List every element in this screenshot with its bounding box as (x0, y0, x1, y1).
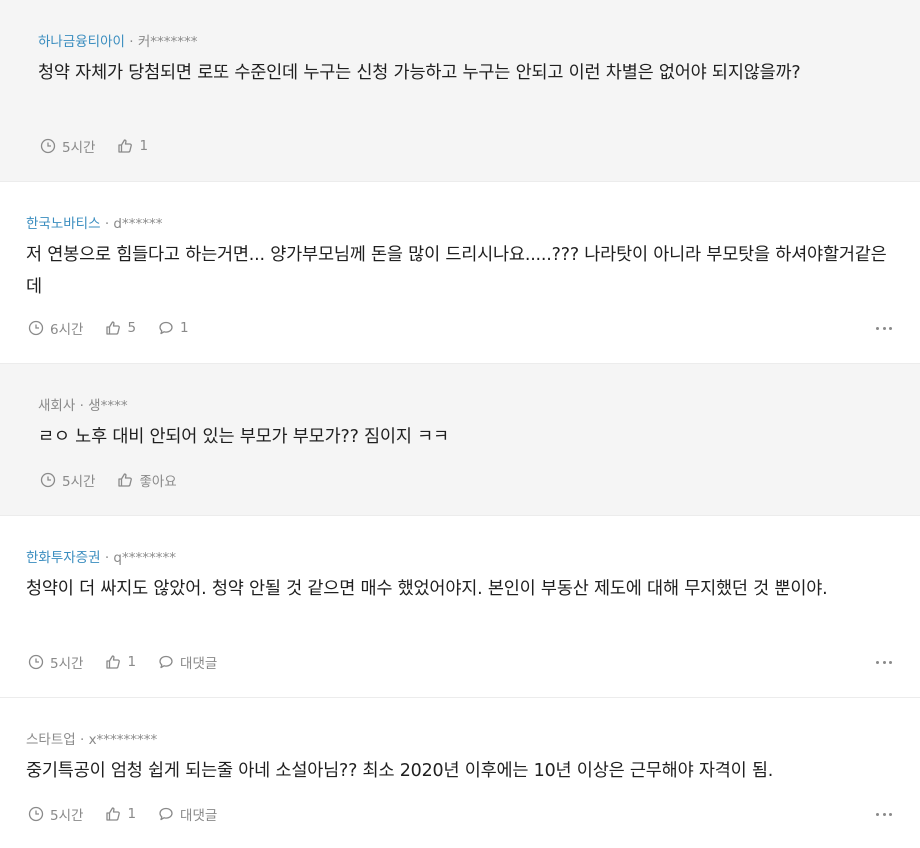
comment-actions: 5시간 1 대댓글 (28, 652, 239, 672)
like-button[interactable]: 좋아요 (117, 470, 177, 490)
like-button[interactable]: 1 (117, 138, 148, 154)
author-name: · x********* (79, 732, 158, 748)
time-stamp: 6시간 (28, 318, 83, 338)
comment-meta: 스타트업 · x********* (26, 730, 896, 750)
company-name[interactable]: 한국노바티스 (26, 216, 101, 232)
author-name: · 생**** (79, 398, 128, 414)
comment-actions: 6시간 5 1 (28, 318, 211, 338)
company-name: 스타트업 (26, 732, 76, 748)
comment-item: 하나금융티아이 · 커******* 청약 자체가 당첨되면 로또 수준인데 누… (0, 0, 920, 182)
clock-icon (28, 806, 44, 822)
comment-item: 한국노바티스 · d****** 저 연봉으로 힘들다고 하는거면... 양가부… (0, 182, 920, 364)
comment-actions: 5시간 좋아요 (40, 470, 199, 490)
thumbs-up-icon (106, 655, 121, 669)
clock-icon (40, 138, 56, 154)
comment-text: 청약이 더 싸지도 않았어. 청약 안될 것 같으면 매수 했었어야지. 본인이… (26, 579, 828, 599)
author-name: · 커******* (129, 34, 198, 50)
comment-meta: 한국노바티스 · d****** (26, 214, 896, 234)
more-options-icon[interactable] (876, 323, 892, 333)
comment-actions: 5시간 1 대댓글 (28, 804, 239, 824)
thumbs-up-icon (106, 321, 121, 335)
comment-text: 청약 자체가 당첨되면 로또 수준인데 누구는 신청 가능하고 누구는 안되고 … (38, 63, 801, 83)
comment-meta: 하나금융티아이 · 커******* (38, 32, 888, 52)
reply-button[interactable]: 대댓글 (158, 804, 217, 824)
comment-item: 새회사 · 생**** ㄹㅇ 노후 대비 안되어 있는 부모가 부모가?? 짐이… (0, 364, 920, 516)
comment-item: 스타트업 · x********* 중기특공이 엄청 쉽게 되는줄 아네 소설아… (0, 698, 920, 848)
comment-actions: 5시간 1 (40, 136, 170, 156)
speech-bubble-icon (159, 321, 173, 335)
thumbs-up-icon (106, 807, 121, 821)
more-options-icon[interactable] (876, 809, 892, 819)
time-stamp: 5시간 (28, 652, 83, 672)
company-name[interactable]: 하나금융티아이 (38, 34, 125, 50)
author-name: · d****** (104, 216, 163, 232)
like-button[interactable]: 1 (105, 806, 136, 822)
thumbs-up-icon (118, 473, 133, 487)
speech-bubble-icon (159, 655, 173, 669)
company-name[interactable]: 한화투자증권 (26, 550, 101, 566)
author-name: · q******** (104, 550, 176, 566)
time-stamp: 5시간 (40, 470, 95, 490)
time-stamp: 5시간 (28, 804, 83, 824)
more-options-icon[interactable] (876, 657, 892, 667)
company-name: 새회사 (38, 398, 76, 414)
comment-meta: 새회사 · 생**** (38, 396, 888, 416)
clock-icon (28, 320, 44, 336)
comment-text: ㄹㅇ 노후 대비 안되어 있는 부모가 부모가?? 짐이지 ㅋㅋ (38, 427, 449, 447)
comment-text: 중기특공이 엄청 쉽게 되는줄 아네 소설아님?? 최소 2020년 이후에는 … (26, 761, 774, 781)
speech-bubble-icon (159, 807, 173, 821)
comment-meta: 한화투자증권 · q******** (26, 548, 896, 568)
clock-icon (40, 472, 56, 488)
reply-button[interactable]: 1 (158, 320, 189, 336)
time-stamp: 5시간 (40, 136, 95, 156)
comment-item: 한화투자증권 · q******** 청약이 더 싸지도 않았어. 청약 안될 … (0, 516, 920, 698)
reply-button[interactable]: 대댓글 (158, 652, 217, 672)
comment-text: 저 연봉으로 힘들다고 하는거면... 양가부모님께 돈을 많이 드리시나요..… (26, 245, 887, 297)
like-button[interactable]: 1 (105, 654, 136, 670)
thumbs-up-icon (118, 139, 133, 153)
like-button[interactable]: 5 (105, 320, 136, 336)
clock-icon (28, 654, 44, 670)
